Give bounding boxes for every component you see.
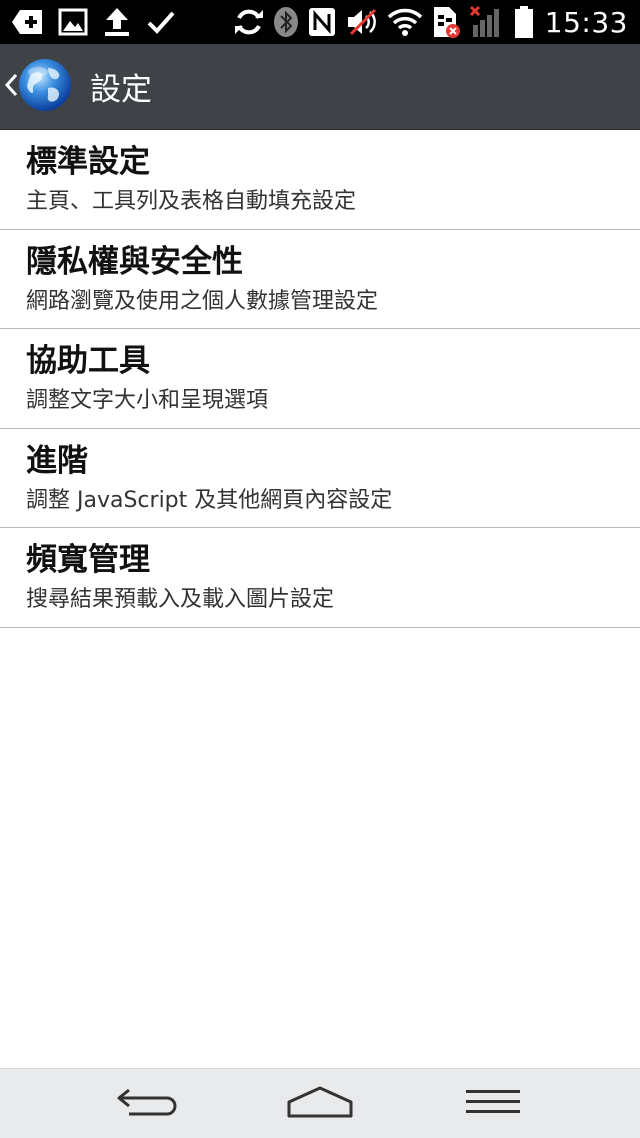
image-icon (58, 7, 88, 37)
nfc-icon (307, 6, 337, 38)
upload-icon (102, 6, 132, 38)
sync-icon (233, 6, 265, 38)
action-bar: 設定 (0, 44, 640, 130)
home-icon (285, 1084, 355, 1124)
sim-error-icon (431, 5, 461, 39)
status-bar-notifications (10, 6, 190, 38)
item-summary: 搜尋結果預載入及載入圖片設定 (26, 587, 335, 612)
mute-icon (345, 6, 379, 38)
home-button[interactable] (275, 1074, 365, 1134)
browser-globe-icon (18, 58, 72, 116)
settings-item-privacy-security[interactable]: 隱私權與安全性 網路瀏覽及使用之個人數據管理設定 (0, 230, 640, 329)
signal-icon (469, 5, 505, 39)
back-icon (115, 1084, 179, 1124)
item-title: 隱私權與安全性 (26, 243, 243, 280)
up-navigation-button[interactable] (0, 44, 80, 130)
status-bar-system-icons: 15:33 (225, 5, 628, 39)
item-summary: 調整文字大小和呈現選項 (26, 388, 269, 413)
settings-list: 標準設定 主頁、工具列及表格自動填充設定 隱私權與安全性 網路瀏覽及使用之個人數… (0, 130, 640, 628)
item-summary: 網路瀏覽及使用之個人數據管理設定 (26, 288, 379, 314)
item-title: 頻寬管理 (26, 542, 150, 578)
status-time: 15:33 (544, 5, 628, 39)
check-icon (146, 8, 176, 36)
chevron-left-icon (4, 72, 18, 102)
item-title: 協助工具 (26, 343, 150, 379)
item-summary: 調整 JavaScript 及其他網頁內容設定 (26, 487, 393, 513)
add-box-icon (10, 7, 44, 37)
battery-icon (513, 5, 535, 39)
settings-item-advanced[interactable]: 進階 調整 JavaScript 及其他網頁內容設定 (0, 429, 640, 528)
settings-item-bandwidth[interactable]: 頻寬管理 搜尋結果預載入及載入圖片設定 (0, 528, 640, 628)
item-title: 進階 (26, 442, 88, 479)
page-title: 設定 (90, 72, 152, 108)
settings-item-general[interactable]: 標準設定 主頁、工具列及表格自動填充設定 (0, 130, 640, 230)
item-summary: 主頁、工具列及表格自動填充設定 (26, 189, 357, 214)
item-title: 標準設定 (26, 144, 150, 180)
settings-item-accessibility[interactable]: 協助工具 調整文字大小和呈現選項 (0, 329, 640, 429)
bluetooth-icon (273, 6, 299, 38)
navigation-bar (0, 1068, 640, 1138)
menu-icon (464, 1087, 522, 1121)
back-button[interactable] (102, 1074, 192, 1134)
menu-button[interactable] (448, 1074, 538, 1134)
wifi-icon (387, 7, 423, 37)
status-bar: 15:33 (0, 0, 640, 44)
